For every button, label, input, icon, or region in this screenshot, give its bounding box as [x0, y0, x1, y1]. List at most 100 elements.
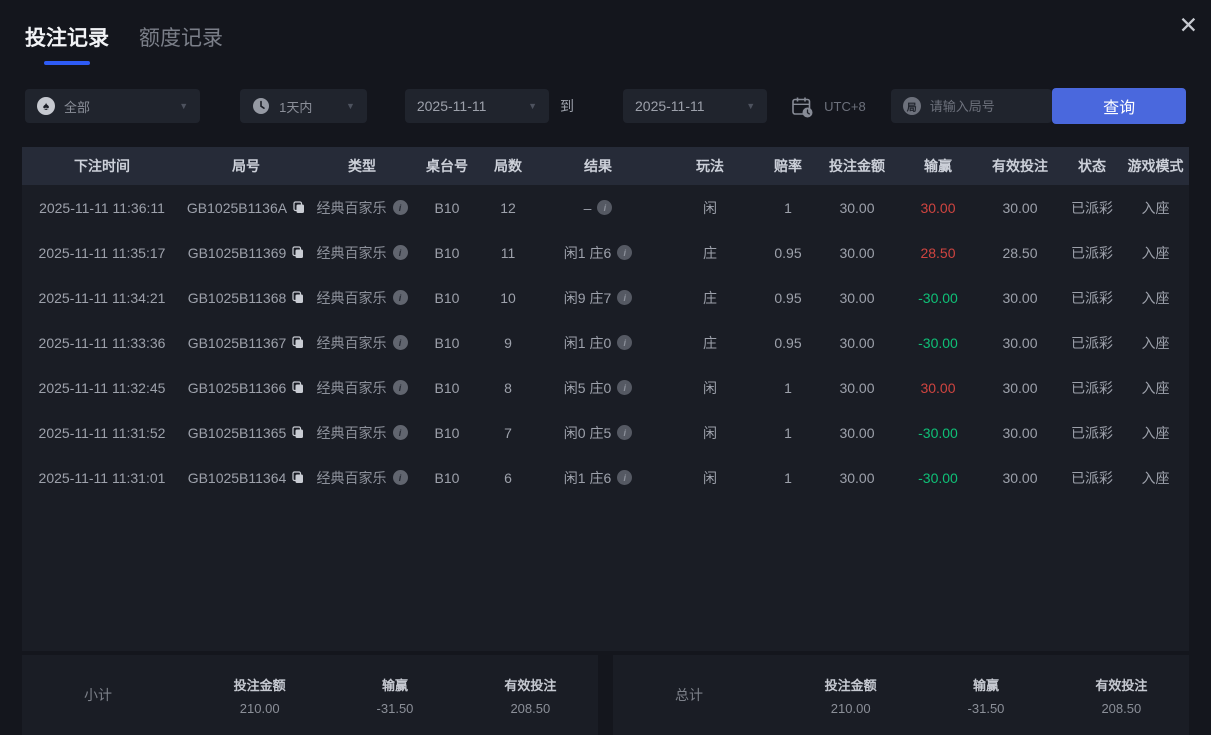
cell-result: 闲5 庄0 i [536, 378, 660, 398]
cell-win-loss: -30.00 [898, 290, 978, 306]
copy-icon[interactable] [292, 291, 304, 304]
cell-valid-bet: 30.00 [978, 470, 1062, 486]
result-info-icon[interactable]: i [617, 380, 632, 395]
date-from-value: 2025-11-11 [417, 98, 487, 114]
game-id-text: GB1025B11368 [188, 290, 287, 306]
subtotal-label: 小计 [22, 685, 192, 705]
game-id-search-input[interactable] [930, 99, 1041, 114]
game-id-search[interactable]: 局 [891, 89, 1053, 123]
chevron-down-icon: ▼ [528, 101, 537, 111]
tab-betting-records[interactable]: 投注记录 [25, 22, 109, 65]
cell-bet-amount: 30.00 [816, 470, 898, 486]
table-body: 2025-11-11 11:36:11 GB1025B1136A 经典百家乐 i… [22, 185, 1189, 651]
result-info-icon[interactable]: i [617, 335, 632, 350]
subtotal-bet-amount: 投注金额 210.00 [192, 675, 327, 716]
total-label: 总计 [613, 685, 783, 705]
col-header-game-mode: 游戏模式 [1122, 156, 1189, 176]
active-tab-indicator [44, 61, 90, 65]
total-valid-bet: 有效投注 208.50 [1054, 675, 1189, 716]
cell-bet-amount: 30.00 [816, 335, 898, 351]
copy-icon[interactable] [292, 426, 304, 439]
cell-round-no: 8 [480, 380, 536, 396]
game-type-info-icon[interactable]: i [393, 380, 408, 395]
result-text: 闲1 庄6 [564, 243, 611, 263]
cell-game-type: 经典百家乐 i [310, 288, 414, 308]
cell-valid-bet: 30.00 [978, 335, 1062, 351]
result-text: 闲0 庄5 [564, 423, 611, 443]
cell-status: 已派彩 [1062, 243, 1122, 263]
game-id-text: GB1025B11366 [188, 380, 287, 396]
game-type-text: 经典百家乐 [317, 468, 387, 488]
category-select[interactable]: ♠ 全部 ▼ [25, 89, 200, 123]
query-button[interactable]: 查询 [1052, 88, 1186, 124]
game-type-info-icon[interactable]: i [393, 290, 408, 305]
copy-icon[interactable] [292, 381, 304, 394]
result-info-icon[interactable]: i [617, 245, 632, 260]
cell-game-mode: 入座 [1122, 333, 1189, 353]
spade-icon: ♠ [37, 97, 55, 115]
game-id-icon: 局 [903, 97, 921, 115]
copy-icon[interactable] [293, 201, 305, 214]
cell-bet-time: 2025-11-11 11:31:01 [22, 470, 182, 486]
result-text: 闲9 庄7 [564, 288, 611, 308]
cell-valid-bet: 30.00 [978, 200, 1062, 216]
game-type-info-icon[interactable]: i [393, 200, 408, 215]
copy-icon[interactable] [292, 246, 304, 259]
table-row: 2025-11-11 11:33:36 GB1025B11367 经典百家乐 i… [22, 320, 1189, 365]
clock-icon [252, 97, 270, 115]
cell-bet-time: 2025-11-11 11:34:21 [22, 290, 182, 306]
game-id-text: GB1025B11364 [188, 470, 287, 486]
game-type-info-icon[interactable]: i [393, 470, 408, 485]
game-type-info-icon[interactable]: i [393, 425, 408, 440]
result-info-icon[interactable]: i [597, 200, 612, 215]
col-header-odds: 赔率 [760, 156, 816, 176]
col-header-bet-amount: 投注金额 [816, 156, 898, 176]
timezone-group: UTC+8 [790, 95, 866, 118]
cell-bet-time: 2025-11-11 11:32:45 [22, 380, 182, 396]
cell-table-no: B10 [414, 290, 480, 306]
time-range-select[interactable]: 1天内 ▼ [240, 89, 367, 123]
table-row: 2025-11-11 11:31:52 GB1025B11365 经典百家乐 i… [22, 410, 1189, 455]
result-text: – [584, 200, 592, 216]
cell-win-loss: -30.00 [898, 425, 978, 441]
game-type-text: 经典百家乐 [317, 243, 387, 263]
total-box: 总计 投注金额 210.00 输赢 -31.50 有效投注 208.50 [613, 655, 1189, 735]
game-type-info-icon[interactable]: i [393, 335, 408, 350]
cell-odds: 1 [760, 425, 816, 441]
cell-round-no: 12 [480, 200, 536, 216]
result-text: 闲5 庄0 [564, 378, 611, 398]
cell-table-no: B10 [414, 425, 480, 441]
date-from-picker[interactable]: 2025-11-11 ▼ [405, 89, 549, 123]
cell-bet-time: 2025-11-11 11:35:17 [22, 245, 182, 261]
cell-game-id: GB1025B11369 [182, 245, 310, 261]
game-type-info-icon[interactable]: i [393, 245, 408, 260]
game-id-text: GB1025B1136A [187, 200, 287, 216]
chevron-down-icon: ▼ [346, 101, 355, 111]
result-info-icon[interactable]: i [617, 425, 632, 440]
cell-bet-amount: 30.00 [816, 380, 898, 396]
tab-quota-records[interactable]: 额度记录 [139, 22, 223, 65]
copy-icon[interactable] [292, 471, 304, 484]
cell-play-type: 庄 [660, 288, 760, 308]
copy-icon[interactable] [292, 336, 304, 349]
cell-round-no: 7 [480, 425, 536, 441]
cell-game-id: GB1025B11368 [182, 290, 310, 306]
cell-status: 已派彩 [1062, 198, 1122, 218]
timezone-label: UTC+8 [824, 99, 866, 114]
cell-valid-bet: 30.00 [978, 290, 1062, 306]
cell-status: 已派彩 [1062, 468, 1122, 488]
col-header-status: 状态 [1062, 156, 1122, 176]
cell-game-id: GB1025B11365 [182, 425, 310, 441]
table-row: 2025-11-11 11:34:21 GB1025B11368 经典百家乐 i… [22, 275, 1189, 320]
cell-table-no: B10 [414, 245, 480, 261]
result-info-icon[interactable]: i [617, 290, 632, 305]
cell-play-type: 闲 [660, 198, 760, 218]
cell-result: 闲9 庄7 i [536, 288, 660, 308]
close-icon[interactable]: ✕ [1179, 14, 1198, 37]
date-to-picker[interactable]: 2025-11-11 ▼ [623, 89, 767, 123]
cell-status: 已派彩 [1062, 333, 1122, 353]
cell-table-no: B10 [414, 470, 480, 486]
cell-round-no: 11 [480, 245, 536, 261]
betting-records-table: 下注时间 局号 类型 桌台号 局数 结果 玩法 赔率 投注金额 输赢 有效投注 … [22, 147, 1189, 651]
result-info-icon[interactable]: i [617, 470, 632, 485]
